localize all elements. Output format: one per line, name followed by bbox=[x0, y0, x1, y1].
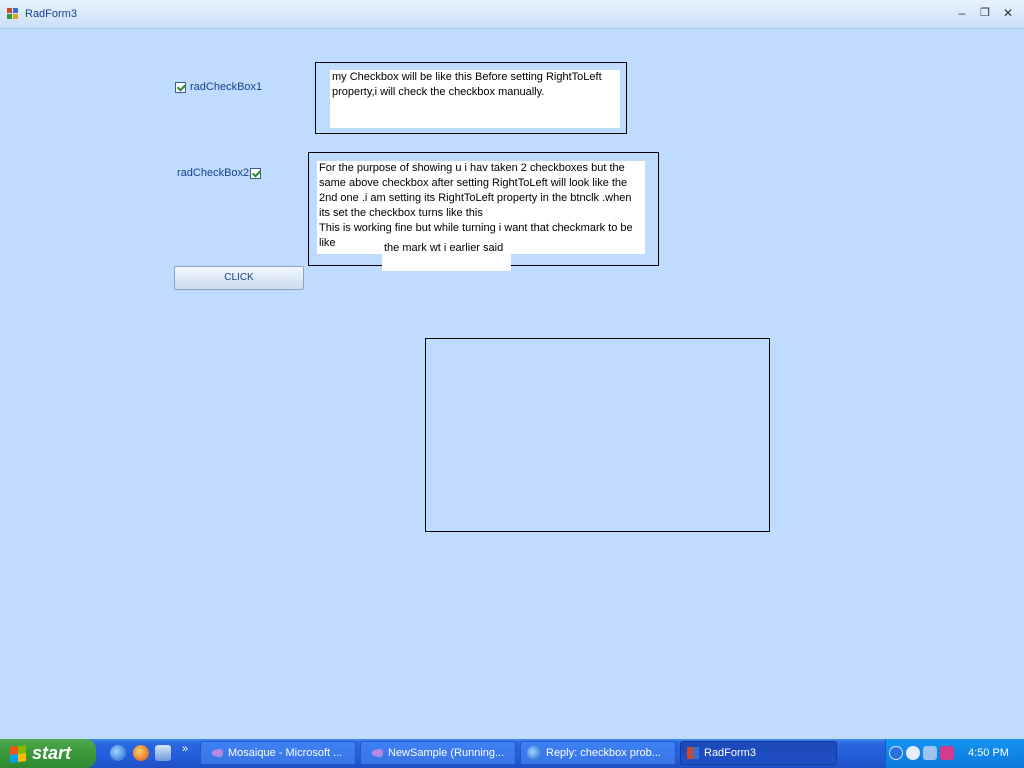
radcheckbox2[interactable]: radCheckBox2 bbox=[177, 167, 262, 179]
checkbox1-check-icon[interactable] bbox=[175, 81, 186, 93]
firefox-icon[interactable] bbox=[133, 745, 149, 761]
clock[interactable]: 4:50 PM bbox=[968, 747, 1009, 759]
taskbar-item-reply-checkbox[interactable]: Reply: checkbox prob... bbox=[520, 741, 676, 765]
network-icon[interactable] bbox=[923, 746, 937, 760]
system-tray: 4:50 PM bbox=[885, 739, 1024, 768]
taskbar: start » Mosaique - Microsoft ... NewSamp… bbox=[0, 739, 1024, 768]
task-label: NewSample (Running... bbox=[388, 747, 505, 759]
restore-button[interactable]: ❐ bbox=[977, 6, 993, 20]
taskbar-item-newsample[interactable]: NewSample (Running... bbox=[360, 741, 516, 765]
windows-logo-icon bbox=[10, 744, 26, 763]
task-label: RadForm3 bbox=[704, 747, 756, 759]
tray-expand-icon[interactable] bbox=[889, 746, 903, 760]
note2-overflow-text[interactable]: the mark wt i earlier said bbox=[382, 241, 511, 271]
outlook-express-icon[interactable] bbox=[155, 745, 171, 761]
internet-explorer-icon bbox=[527, 746, 541, 760]
window-title: RadForm3 bbox=[25, 8, 77, 20]
start-label: start bbox=[32, 743, 72, 763]
start-button[interactable]: start bbox=[0, 739, 96, 768]
empty-panel bbox=[425, 338, 770, 532]
taskbar-item-mosaique[interactable]: Mosaique - Microsoft ... bbox=[200, 741, 356, 765]
checkbox2-check-icon[interactable] bbox=[250, 167, 262, 179]
window-titlebar[interactable]: RadForm3 – ❐ ✕ bbox=[0, 0, 1024, 29]
note1-text[interactable]: my Checkbox will be like this Before set… bbox=[330, 70, 620, 128]
quick-launch-more-icon[interactable]: » bbox=[182, 743, 188, 755]
app-icon bbox=[7, 8, 19, 20]
radcheckbox1[interactable]: radCheckBox1 bbox=[175, 81, 262, 93]
close-button[interactable]: ✕ bbox=[1000, 6, 1016, 20]
task-label: Mosaique - Microsoft ... bbox=[228, 747, 343, 759]
internet-explorer-icon[interactable] bbox=[110, 745, 126, 761]
messenger-icon[interactable] bbox=[906, 746, 920, 760]
visual-studio-icon bbox=[207, 747, 223, 759]
visual-studio-icon bbox=[367, 747, 383, 759]
taskbar-item-radform3[interactable]: RadForm3 bbox=[680, 741, 837, 765]
click-button[interactable]: CLICK bbox=[174, 266, 304, 290]
checkbox2-label: radCheckBox2 bbox=[177, 167, 250, 179]
minimize-button[interactable]: – bbox=[954, 6, 970, 20]
task-label: Reply: checkbox prob... bbox=[546, 747, 661, 759]
security-icon[interactable] bbox=[940, 746, 954, 760]
checkbox1-label: radCheckBox1 bbox=[190, 81, 263, 93]
form-icon bbox=[687, 747, 699, 759]
